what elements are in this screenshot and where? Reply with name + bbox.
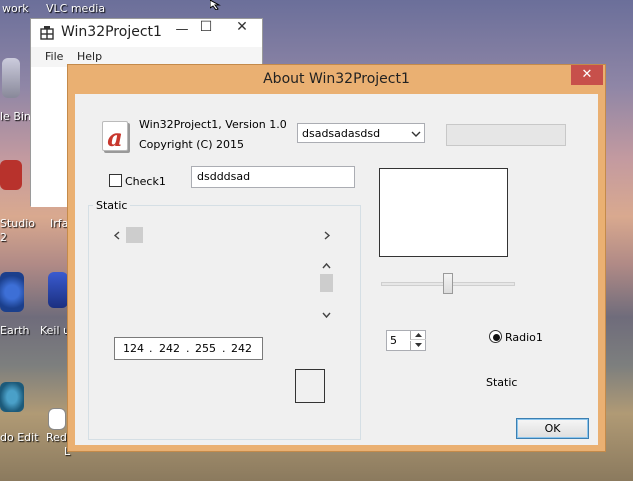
dialog-close-button[interactable]: ✕ bbox=[571, 65, 603, 85]
dialog-titlebar[interactable]: About Win32Project1 ✕ bbox=[68, 65, 605, 93]
edit-app-icon[interactable] bbox=[0, 382, 24, 412]
scroll-down-icon[interactable] bbox=[322, 312, 331, 319]
copyright-text: Copyright (C) 2015 bbox=[139, 138, 244, 151]
spin-control[interactable]: 5 bbox=[386, 330, 426, 351]
slider-thumb[interactable] bbox=[443, 273, 453, 294]
dialog-title: About Win32Project1 bbox=[263, 71, 410, 87]
spin-value[interactable]: 5 bbox=[390, 334, 397, 347]
scroll-left-icon[interactable] bbox=[113, 231, 121, 240]
ip-dot-1: . bbox=[149, 342, 153, 355]
check1-checkbox[interactable] bbox=[109, 174, 122, 187]
desktop-label-red: Red bbox=[46, 431, 67, 444]
horizontal-scrollbar[interactable] bbox=[111, 227, 333, 244]
ip-dot-3: . bbox=[222, 342, 226, 355]
ip-octet-1[interactable]: 124 bbox=[123, 342, 144, 355]
static-label: Static bbox=[486, 376, 518, 389]
desktop-label-doedit: do Edit bbox=[0, 431, 39, 444]
text-edit-field[interactable]: dsdddsad bbox=[191, 166, 355, 188]
version-text: Win32Project1, Version 1.0 bbox=[139, 118, 287, 131]
desktop-label-work: work bbox=[2, 2, 29, 15]
studio-app-icon[interactable] bbox=[0, 160, 22, 190]
radio1-label: Radio1 bbox=[505, 331, 543, 344]
groupbox-label: Static bbox=[93, 199, 131, 212]
combo-box[interactable]: dsadsadasdsd bbox=[297, 123, 425, 143]
picture-box bbox=[379, 168, 508, 257]
desktop-label-studio: Studio bbox=[0, 217, 36, 230]
dialog-client-area: a Win32Project1, Version 1.0 Copyright (… bbox=[75, 94, 598, 445]
minimize-button[interactable]: — bbox=[169, 22, 195, 42]
app-window-icon bbox=[40, 26, 54, 40]
maximize-button[interactable]: ☐ bbox=[193, 19, 219, 39]
ip-octet-4[interactable]: 242 bbox=[231, 342, 252, 355]
disabled-edit-field bbox=[446, 124, 566, 146]
scroll-up-icon[interactable] bbox=[322, 262, 331, 269]
spin-down-button[interactable] bbox=[410, 341, 426, 350]
ip-address-control[interactable]: 124 . 242 . 255 . 242 bbox=[114, 337, 263, 360]
desktop-label-vlc: VLC media bbox=[46, 2, 106, 15]
radio1-button[interactable] bbox=[489, 330, 502, 343]
spin-down-icon bbox=[415, 343, 422, 347]
static-frame-small bbox=[295, 369, 325, 403]
vertical-scrollbar[interactable] bbox=[319, 260, 334, 322]
document-icon[interactable] bbox=[48, 408, 66, 430]
menu-file[interactable]: File bbox=[45, 50, 63, 63]
app-logo-letter: a bbox=[107, 123, 123, 152]
desktop-label-keil: Keil u bbox=[40, 324, 71, 337]
recycle-bin-icon[interactable] bbox=[2, 58, 20, 98]
main-window-title: Win32Project1 bbox=[61, 24, 162, 40]
about-dialog[interactable]: About Win32Project1 ✕ a Win32Project1, V… bbox=[67, 64, 606, 452]
keil-app-icon[interactable] bbox=[48, 272, 68, 308]
ok-button[interactable]: OK bbox=[516, 418, 589, 439]
ip-octet-2[interactable]: 242 bbox=[159, 342, 180, 355]
chevron-down-icon[interactable] bbox=[411, 130, 421, 138]
check1-label: Check1 bbox=[125, 175, 166, 188]
desktop-label-bin: le Bin bbox=[0, 110, 31, 123]
radio1-dot bbox=[493, 334, 500, 341]
spin-up-button[interactable] bbox=[410, 331, 426, 340]
slider-trackbar[interactable] bbox=[381, 273, 515, 295]
desktop-label-irfa: Irfa bbox=[50, 217, 69, 230]
google-earth-icon[interactable] bbox=[0, 272, 24, 312]
edit-value: dsdddsad bbox=[197, 170, 251, 183]
vertical-scroll-thumb[interactable] bbox=[320, 274, 333, 292]
menu-help[interactable]: Help bbox=[77, 50, 102, 63]
combo-value: dsadsadasdsd bbox=[302, 127, 381, 140]
desktop-label-2: 2 bbox=[0, 231, 7, 244]
main-close-button[interactable]: ✕ bbox=[223, 19, 261, 39]
spin-up-icon bbox=[415, 333, 422, 337]
mouse-cursor-icon bbox=[210, 0, 221, 10]
desktop-label-earth: Earth bbox=[0, 324, 30, 337]
scroll-right-icon[interactable] bbox=[323, 231, 331, 240]
ip-dot-2: . bbox=[186, 342, 190, 355]
app-logo-icon: a bbox=[102, 121, 128, 152]
horizontal-scroll-thumb[interactable] bbox=[126, 227, 143, 243]
main-window-titlebar[interactable]: Win32Project1 — ☐ ✕ bbox=[31, 19, 262, 47]
ip-octet-3[interactable]: 255 bbox=[195, 342, 216, 355]
